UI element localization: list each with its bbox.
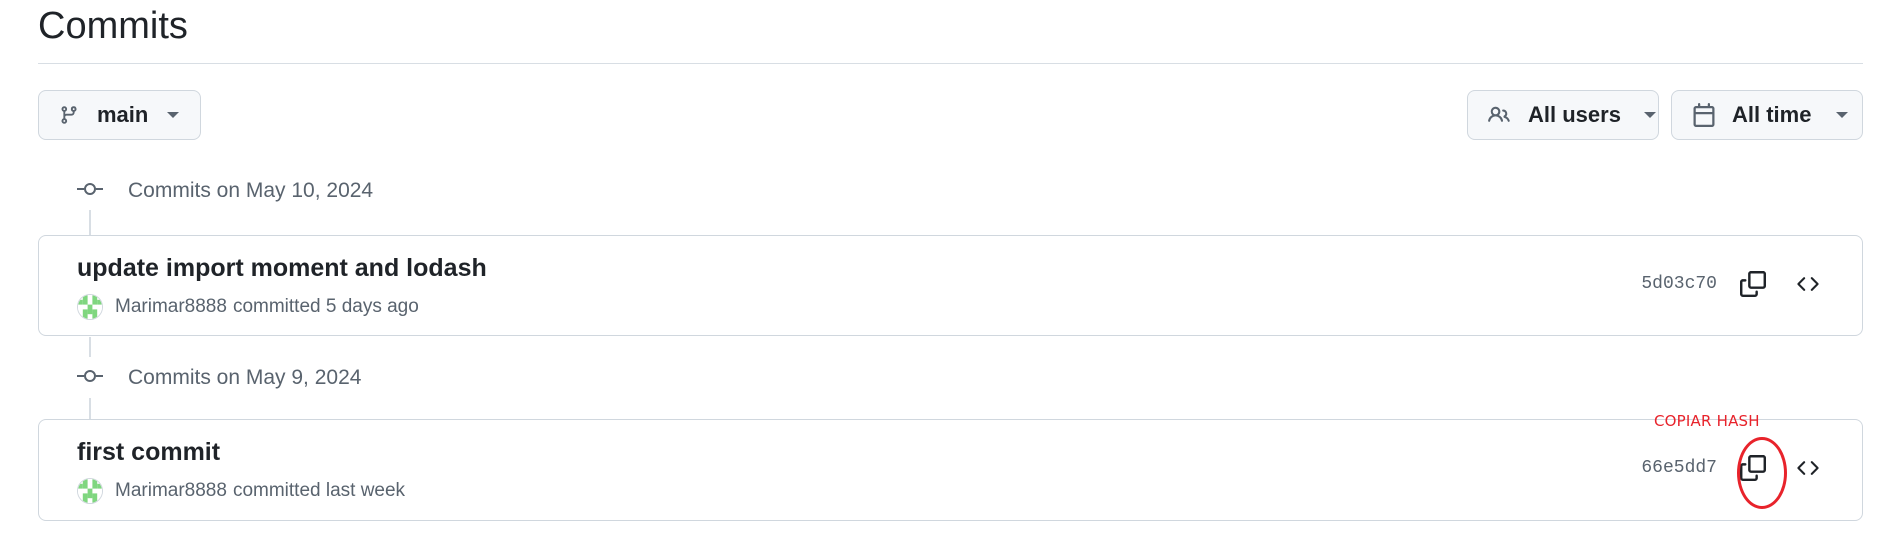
- timeline-connector: [89, 210, 91, 236]
- copy-icon: [1740, 454, 1766, 486]
- commit-message-link[interactable]: update import moment and lodash: [77, 254, 487, 283]
- commit-row: update import moment and lodash Marimar8…: [38, 235, 1863, 336]
- page-title: Commits: [38, 5, 188, 47]
- copy-icon: [1740, 270, 1766, 302]
- annotation-label: COPIAR HASH: [1654, 412, 1760, 430]
- timeline-connector: [89, 337, 91, 357]
- users-filter-label: All users: [1528, 102, 1621, 127]
- commit-group-heading: Commits on May 10, 2024: [76, 176, 373, 206]
- commit-sha-link[interactable]: 5d03c70: [1641, 274, 1717, 294]
- copy-sha-button[interactable]: [1733, 266, 1773, 306]
- people-icon: [1486, 104, 1512, 126]
- commits-page: Commits main All users All time Commits …: [0, 0, 1893, 546]
- browse-repository-button[interactable]: [1788, 266, 1828, 306]
- time-filter-label: All time: [1732, 102, 1812, 127]
- commit-author-link[interactable]: Marimar8888: [115, 480, 227, 502]
- triangle-down-icon: [1835, 111, 1849, 119]
- commit-time: committed 5 days ago: [232, 296, 419, 317]
- title-divider: [38, 63, 1863, 64]
- commit-row: first commit Marimar8888 committed last …: [38, 419, 1863, 521]
- calendar-icon: [1692, 103, 1716, 127]
- branch-selector-label: main: [97, 102, 149, 127]
- commit-meta: Marimar8888 committed 5 days ago: [77, 294, 419, 320]
- git-commit-icon: [76, 182, 104, 201]
- browse-repository-button[interactable]: [1788, 450, 1828, 490]
- avatar[interactable]: [77, 294, 103, 320]
- timeline-connector: [89, 398, 91, 419]
- avatar[interactable]: [77, 478, 103, 504]
- commit-author-link[interactable]: Marimar8888: [115, 296, 227, 318]
- git-commit-icon: [76, 369, 104, 388]
- code-icon: [1794, 273, 1822, 300]
- triangle-down-icon: [166, 111, 180, 119]
- commit-meta: Marimar8888 committed last week: [77, 478, 405, 504]
- code-icon: [1794, 457, 1822, 484]
- git-branch-icon: [59, 104, 79, 126]
- branch-selector-button[interactable]: main: [38, 90, 201, 140]
- commit-group-heading: Commits on May 9, 2024: [76, 363, 361, 393]
- time-filter-button[interactable]: All time: [1671, 90, 1863, 140]
- commit-message-link[interactable]: first commit: [77, 438, 220, 467]
- commit-time: committed last week: [232, 480, 406, 501]
- copy-sha-button[interactable]: [1733, 450, 1773, 490]
- commit-group-date: Commits on May 10, 2024: [128, 179, 374, 202]
- commit-group-date: Commits on May 9, 2024: [128, 366, 362, 389]
- users-filter-button[interactable]: All users: [1467, 90, 1659, 140]
- triangle-down-icon: [1643, 111, 1657, 119]
- commit-sha-link[interactable]: 66e5dd7: [1641, 458, 1717, 478]
